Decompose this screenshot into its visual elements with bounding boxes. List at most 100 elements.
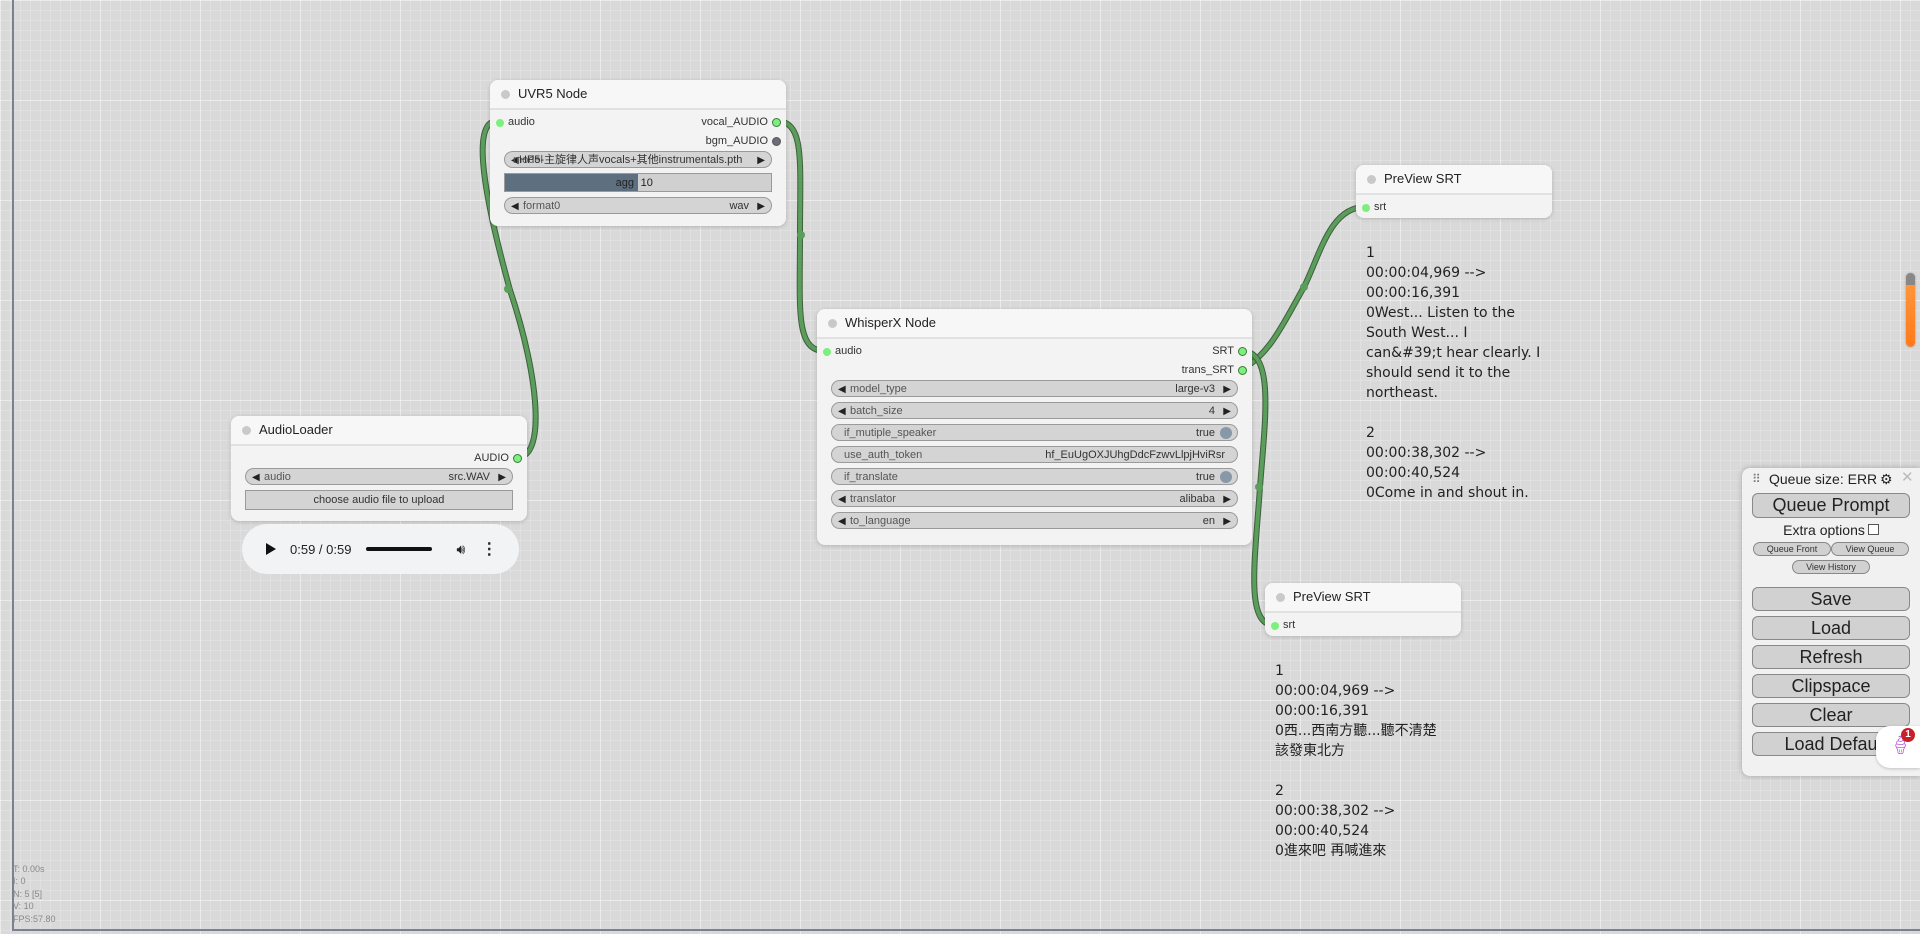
agg-slider[interactable]: agg 10	[504, 173, 772, 192]
refresh-button[interactable]: Refresh	[1752, 645, 1910, 669]
if-mutiple-speaker-widget[interactable]: if_mutiple_speaker true	[831, 424, 1238, 441]
widget-label: to_language	[850, 515, 911, 527]
arrow-left-icon[interactable]: ◀	[511, 198, 519, 215]
arrow-right-icon[interactable]: ▶	[498, 469, 506, 486]
output-slot-audio[interactable]	[513, 454, 522, 463]
load-button[interactable]: Load	[1752, 616, 1910, 640]
save-button[interactable]: Save	[1752, 587, 1910, 611]
arrow-right-icon[interactable]: ▶	[1223, 513, 1231, 530]
audio-combo[interactable]: ◀ audio src.WAV ▶	[245, 468, 513, 485]
output-slot-trans-srt[interactable]	[1238, 366, 1247, 375]
settings-gear-icon[interactable]: ⚙	[1880, 468, 1893, 490]
output-slot-srt[interactable]	[1238, 347, 1247, 356]
arrow-right-icon[interactable]: ▶	[1223, 403, 1231, 420]
output-label: bgm_AUDIO	[705, 135, 768, 147]
volume-icon[interactable]: 🔊︎	[456, 541, 465, 558]
play-icon[interactable]	[266, 543, 276, 555]
widget-label: use_auth_token	[844, 449, 923, 461]
input-slot-audio[interactable]	[496, 119, 504, 127]
arrow-left-icon[interactable]: ◀	[252, 469, 260, 486]
notification-widget[interactable]: 🍦︎ 1	[1876, 726, 1920, 768]
widget-value: true	[1196, 471, 1215, 483]
scrollbar-thumb[interactable]	[1906, 273, 1915, 347]
close-icon[interactable]: ✕	[1901, 467, 1914, 489]
arrow-left-icon[interactable]: ◀	[838, 403, 846, 420]
collapse-dot-icon[interactable]	[242, 426, 251, 435]
link-midpoint	[504, 285, 512, 293]
widget-value: 10	[640, 177, 653, 189]
drag-handle-icon[interactable]: ⠿	[1752, 468, 1761, 490]
input-slot-audio[interactable]	[823, 348, 831, 356]
arrow-right-icon[interactable]: ▶	[757, 152, 765, 169]
arrow-right-icon[interactable]: ▶	[1223, 491, 1231, 508]
preview-srt-node-top[interactable]: PreView SRT srt	[1356, 165, 1552, 218]
uvr5-node[interactable]: UVR5 Node audio vocal_AUDIO bgm_AUDIO ◀ …	[490, 80, 786, 226]
clear-button[interactable]: Clear	[1752, 703, 1910, 727]
collapse-dot-icon[interactable]	[1367, 175, 1376, 184]
node-title: WhisperX Node	[845, 315, 937, 330]
batch-size-widget[interactable]: ◀ batch_size 4 ▶	[831, 402, 1238, 419]
node-title: PreView SRT	[1384, 171, 1462, 186]
history-button-row: View History	[1742, 560, 1920, 574]
arrow-left-icon[interactable]: ◀	[838, 491, 846, 508]
use-auth-token-widget[interactable]: use_auth_token hf_EuUgOXJUhgDdcFzwvLlpjHv…	[831, 446, 1238, 463]
input-label: srt	[1283, 619, 1296, 631]
slot-row: trans_SRT	[817, 361, 1252, 380]
node-title-bar[interactable]: WhisperX Node	[817, 309, 1252, 339]
extra-options-checkbox[interactable]	[1867, 524, 1879, 535]
translator-widget[interactable]: ◀ translator alibaba ▶	[831, 490, 1238, 507]
widget-value: wav	[729, 200, 749, 212]
preview-srt-node-bottom[interactable]: PreView SRT srt	[1265, 583, 1461, 636]
if-translate-widget[interactable]: if_translate true	[831, 468, 1238, 485]
node-title-bar[interactable]: UVR5 Node	[490, 80, 786, 110]
model-type-widget[interactable]: ◀ model_type large-v3 ▶	[831, 380, 1238, 397]
arrow-left-icon[interactable]: ◀	[838, 381, 846, 398]
collapse-dot-icon[interactable]	[828, 319, 837, 328]
collapse-dot-icon[interactable]	[501, 90, 510, 99]
arrow-right-icon[interactable]: ▶	[757, 198, 765, 215]
audio-loader-node[interactable]: AudioLoader AUDIO ◀ audio src.WAV ▶ choo…	[231, 416, 527, 521]
widget-label: if_mutiple_speaker	[844, 427, 937, 439]
widget-value: HP5-主旋律人声vocals+其他instrumentals.pth	[519, 154, 743, 166]
arrow-right-icon[interactable]: ▶	[1223, 381, 1231, 398]
collapse-dot-icon[interactable]	[1276, 593, 1285, 602]
widget-label: batch_size	[850, 405, 903, 417]
queue-front-button[interactable]: Queue Front	[1753, 542, 1831, 556]
queue-prompt-button[interactable]: Queue Prompt	[1752, 493, 1910, 518]
node-title-bar[interactable]: PreView SRT	[1265, 583, 1461, 613]
whisperx-node[interactable]: WhisperX Node audio SRT trans_SRT ◀ model…	[817, 309, 1252, 545]
input-slot-srt[interactable]	[1271, 622, 1279, 630]
link-midpoint	[1300, 283, 1308, 291]
node-title-bar[interactable]: PreView SRT	[1356, 165, 1552, 195]
input-label: srt	[1374, 201, 1387, 213]
input-slot-srt[interactable]	[1362, 204, 1370, 212]
link-trans-srt-to-preview-top	[1239, 204, 1368, 372]
widget-label: if_translate	[844, 471, 898, 483]
slot-row: audio SRT	[817, 342, 1252, 361]
input-label: audio	[835, 345, 862, 357]
toggle-knob-icon[interactable]	[1220, 427, 1232, 439]
node-title: AudioLoader	[259, 422, 333, 437]
toggle-knob-icon[interactable]	[1220, 471, 1232, 483]
node-title-bar[interactable]: AudioLoader	[231, 416, 527, 446]
view-history-button[interactable]: View History	[1792, 560, 1870, 574]
output-slot-bgm-audio[interactable]	[772, 137, 781, 146]
format-combo[interactable]: ◀ format0 wav ▶	[504, 197, 772, 214]
output-label: SRT	[1212, 345, 1234, 357]
model-combo[interactable]: ◀ model HP5-主旋律人声vocals+其他instrumentals.…	[504, 151, 772, 168]
clipspace-button[interactable]: Clipspace	[1752, 674, 1910, 698]
stat-nodes: N: 5 [5]	[13, 888, 43, 899]
arrow-left-icon[interactable]: ◀	[838, 513, 846, 530]
widget-label: translator	[850, 493, 896, 505]
widget-value: true	[1196, 427, 1215, 439]
view-queue-button[interactable]: View Queue	[1831, 542, 1909, 556]
upload-audio-button[interactable]: choose audio file to upload	[245, 490, 513, 510]
audio-progress-bar[interactable]	[366, 547, 433, 551]
canvas-stats: T: 0.00s I: 0 N: 5 [5] V: 10 FPS:57.80	[13, 863, 56, 925]
to-language-widget[interactable]: ◀ to_language en ▶	[831, 512, 1238, 529]
audio-player[interactable]: 0:59 / 0:59 🔊︎ ⋮	[242, 524, 519, 574]
slot-row: srt	[1356, 198, 1552, 217]
output-slot-vocal-audio[interactable]	[772, 118, 781, 127]
stat-i: I: 0	[13, 876, 26, 887]
more-options-icon[interactable]: ⋮	[481, 539, 497, 559]
